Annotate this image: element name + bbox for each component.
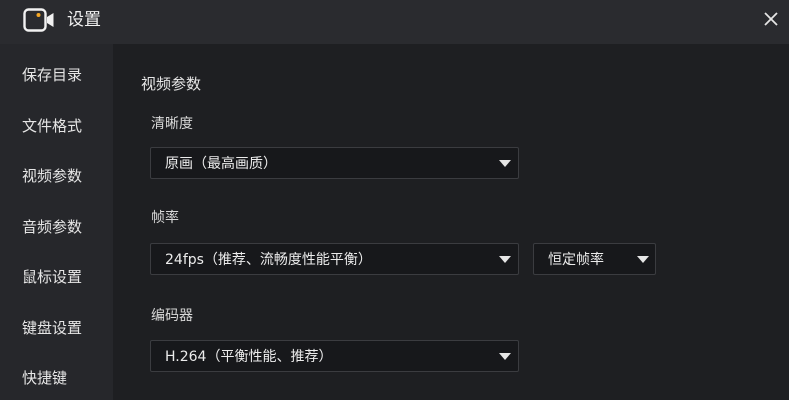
section-title: 视频参数 <box>141 75 202 93</box>
sidebar-item-keyboard-settings[interactable]: 键盘设置 <box>22 318 82 338</box>
chevron-down-icon <box>499 160 511 167</box>
framerate-mode-select[interactable]: 恒定帧率 <box>533 243 656 275</box>
settings-window: 设置 保存目录 文件格式 视频参数 音频参数 鼠标设置 键盘设置 快捷键 视频参… <box>0 0 789 400</box>
titlebar: 设置 <box>0 0 789 44</box>
encoder-label: 编码器 <box>151 308 193 324</box>
clarity-select[interactable]: 原画（最高画质） <box>150 147 519 179</box>
framerate-select[interactable]: 24fps（推荐、流畅度性能平衡） <box>150 243 519 275</box>
clarity-label: 清晰度 <box>151 116 193 132</box>
framerate-label: 帧率 <box>151 210 179 226</box>
clarity-value: 原画（最高画质） <box>165 156 277 172</box>
window-title: 设置 <box>67 10 101 30</box>
sidebar-item-video-params[interactable]: 视频参数 <box>22 166 82 186</box>
sidebar-item-file-format[interactable]: 文件格式 <box>22 116 82 136</box>
encoder-value: H.264（平衡性能、推荐） <box>165 349 333 365</box>
framerate-value: 24fps（推荐、流畅度性能平衡） <box>165 252 372 268</box>
chevron-down-icon <box>499 256 511 263</box>
camera-icon <box>23 8 54 32</box>
sidebar-item-audio-params[interactable]: 音频参数 <box>22 217 82 237</box>
sidebar-item-save-directory[interactable]: 保存目录 <box>22 65 82 85</box>
encoder-select[interactable]: H.264（平衡性能、推荐） <box>150 340 519 372</box>
sidebar: 保存目录 文件格式 视频参数 音频参数 鼠标设置 键盘设置 快捷键 <box>0 44 113 400</box>
chevron-down-icon <box>637 256 649 263</box>
chevron-down-icon <box>499 353 511 360</box>
settings-content: 视频参数 清晰度 原画（最高画质） 帧率 24fps（推荐、流畅度性能平衡） 恒… <box>113 44 789 400</box>
framerate-mode-value: 恒定帧率 <box>548 252 604 268</box>
close-icon[interactable] <box>762 10 780 28</box>
sidebar-item-mouse-settings[interactable]: 鼠标设置 <box>22 267 82 287</box>
sidebar-item-shortcuts[interactable]: 快捷键 <box>22 368 67 388</box>
